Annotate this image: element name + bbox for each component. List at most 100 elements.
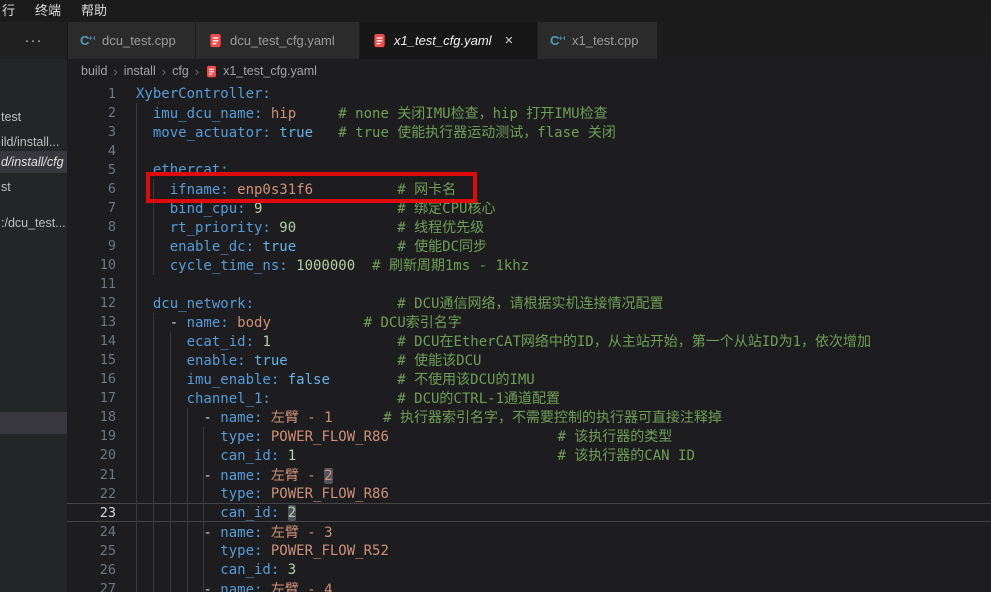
code-line[interactable]: 17 channel_1: # DCU的CTRL-1通道配置 — [67, 389, 991, 408]
line-number[interactable]: 2 — [67, 105, 116, 121]
line-number[interactable]: 10 — [67, 257, 116, 273]
line-number[interactable]: 19 — [67, 428, 116, 444]
code-line[interactable]: 20 can_id: 1 # 该执行器的CAN ID — [67, 446, 991, 465]
code-line[interactable]: 21 - name: 左臂 - 2 — [67, 465, 991, 484]
breadcrumb-segment[interactable]: install — [124, 64, 156, 78]
code-line[interactable]: 23 can_id: 2 — [67, 503, 991, 522]
editor-tab[interactable]: C++x1_test.cpp — [538, 22, 658, 59]
code-token: # DCU通信网络，请根据实机连接情况配置 — [254, 296, 663, 312]
code-line[interactable]: 1 XyberController: — [67, 84, 991, 103]
code-token: # 刷新周期1ms - 1khz — [355, 258, 529, 274]
menu-item-行[interactable]: 行 — [2, 0, 15, 22]
line-number[interactable]: 20 — [67, 447, 116, 463]
line-number[interactable]: 24 — [67, 524, 116, 540]
code-token: # none 关闭IMU检查，hip 打开IMU检查 — [296, 106, 607, 122]
line-number[interactable]: 18 — [67, 409, 116, 425]
breadcrumb-segment[interactable]: cfg — [172, 64, 189, 78]
annotation-highlight-box — [146, 172, 477, 203]
line-number[interactable]: 4 — [67, 143, 116, 159]
sidebar-item[interactable]: ild/install... — [0, 131, 67, 153]
code-line[interactable]: 3 move_actuator: true # true 使能执行器运动测试，f… — [67, 122, 991, 141]
line-number[interactable]: 7 — [67, 200, 116, 216]
code-line[interactable]: 8 rt_priority: 90 # 线程优先级 — [67, 217, 991, 236]
cpp-file-icon: C++ — [550, 33, 565, 48]
editor-tab[interactable]: dcu_test_cfg.yaml — [196, 22, 360, 59]
line-number[interactable]: 13 — [67, 314, 116, 330]
line-text: rt_priority: 90 # 线程优先级 — [136, 217, 484, 237]
code-line[interactable]: 12 dcu_network: # DCU通信网络，请根据实机连接情况配置 — [67, 294, 991, 313]
menu-bar: 行终端帮助 — [0, 0, 991, 22]
line-text: imu_dcu_name: hip # none 关闭IMU检查，hip 打开I… — [136, 103, 608, 123]
menu-item-帮助[interactable]: 帮助 — [81, 0, 107, 22]
line-number[interactable]: 21 — [67, 467, 116, 483]
code-line[interactable]: 15 enable: true # 使能该DCU — [67, 351, 991, 370]
line-text: - name: 左臂 - 3 — [136, 522, 333, 542]
more-actions-button[interactable]: ··· — [25, 36, 43, 46]
code-token: # 不使用该DCU的IMU — [330, 372, 535, 388]
sidebar-item[interactable]: test — [0, 106, 67, 128]
code-line[interactable]: 13 - name: body # DCU索引名字 — [67, 313, 991, 332]
sidebar-item[interactable]: :/dcu_test... — [0, 212, 67, 234]
line-text: - name: 左臂 - 1 # 执行器索引名字，不需要控制的执行器可直接注释掉 — [136, 407, 722, 427]
sidebar-item[interactable]: st — [0, 176, 67, 198]
breadcrumb: build›install›cfg›x1_test_cfg.yaml — [67, 59, 991, 83]
line-number[interactable]: 9 — [67, 238, 116, 254]
code-line[interactable]: 24 - name: 左臂 - 3 — [67, 522, 991, 541]
line-number[interactable]: 11 — [67, 276, 116, 292]
code-token: 左臂 - — [262, 468, 324, 484]
line-number[interactable]: 16 — [67, 371, 116, 387]
editor-tab[interactable]: C++dcu_test.cpp — [68, 22, 196, 59]
code-token: 1000000 — [288, 258, 355, 274]
code-line[interactable]: 14 ecat_id: 1 # DCU在EtherCAT网络中的ID，从主站开始… — [67, 332, 991, 351]
code-line[interactable]: 9 enable_dc: true # 使能DC同步 — [67, 236, 991, 255]
code-line[interactable]: 4 — [67, 141, 991, 160]
line-number[interactable]: 6 — [67, 181, 116, 197]
line-text: can_id: 1 # 该执行器的CAN ID — [136, 445, 695, 465]
code-token: - — [136, 315, 187, 331]
code-line[interactable]: 19 type: POWER_FLOW_R86 # 该执行器的类型 — [67, 427, 991, 446]
code-editor[interactable]: 1XyberController:2 imu_dcu_name: hip # n… — [67, 84, 991, 592]
line-number[interactable]: 5 — [67, 162, 116, 178]
menu-item-终端[interactable]: 终端 — [35, 0, 61, 22]
breadcrumb-segment[interactable]: build — [81, 64, 107, 78]
code-line[interactable]: 26 can_id: 3 — [67, 560, 991, 579]
code-token: # 该执行器的类型 — [389, 429, 672, 445]
code-token: 左臂 - 4 — [262, 582, 332, 592]
line-number[interactable]: 27 — [67, 581, 116, 592]
line-number[interactable]: 25 — [67, 543, 116, 559]
code-line[interactable]: 16 imu_enable: false # 不使用该DCU的IMU — [67, 370, 991, 389]
code-token: 左臂 - 1 — [262, 410, 332, 426]
svg-text:++: ++ — [88, 36, 95, 43]
line-text: XyberController: — [136, 86, 271, 102]
code-line[interactable]: 11 — [67, 275, 991, 294]
code-token: # DCU索引名字 — [271, 315, 462, 331]
line-number[interactable]: 23 — [67, 505, 116, 521]
code-token: # 线程优先级 — [296, 220, 484, 236]
code-token: 2 — [288, 505, 296, 521]
sidebar-item[interactable]: d/install/cfg — [0, 151, 67, 173]
line-number[interactable]: 8 — [67, 219, 116, 235]
code-token: can_id: — [136, 448, 279, 464]
code-token: # DCU的CTRL-1通道配置 — [271, 391, 560, 407]
code-token: imu_enable: — [136, 372, 279, 388]
code-line[interactable]: 18 - name: 左臂 - 1 # 执行器索引名字，不需要控制的执行器可直接… — [67, 408, 991, 427]
line-number[interactable]: 1 — [67, 86, 116, 102]
line-number[interactable]: 14 — [67, 333, 116, 349]
code-token: name: — [187, 315, 229, 331]
line-number[interactable]: 26 — [67, 562, 116, 578]
code-line[interactable]: 22 type: POWER_FLOW_R86 — [67, 484, 991, 503]
editor-tab[interactable]: x1_test_cfg.yaml× — [360, 22, 538, 59]
code-token: ecat_id: — [136, 334, 254, 350]
code-line[interactable]: 2 imu_dcu_name: hip # none 关闭IMU检查，hip 打… — [67, 103, 991, 122]
line-number[interactable]: 22 — [67, 486, 116, 502]
close-icon[interactable]: × — [505, 34, 514, 48]
code-line[interactable]: 25 type: POWER_FLOW_R52 — [67, 541, 991, 560]
breadcrumb-file[interactable]: x1_test_cfg.yaml — [205, 64, 317, 78]
code-line[interactable]: 27 - name: 左臂 - 4 — [67, 579, 991, 592]
line-number[interactable]: 15 — [67, 352, 116, 368]
line-number[interactable]: 17 — [67, 390, 116, 406]
code-line[interactable]: 10 cycle_time_ns: 1000000 # 刷新周期1ms - 1k… — [67, 255, 991, 274]
line-number[interactable]: 3 — [67, 124, 116, 140]
line-number[interactable]: 12 — [67, 295, 116, 311]
code-token: enable: — [136, 353, 246, 369]
